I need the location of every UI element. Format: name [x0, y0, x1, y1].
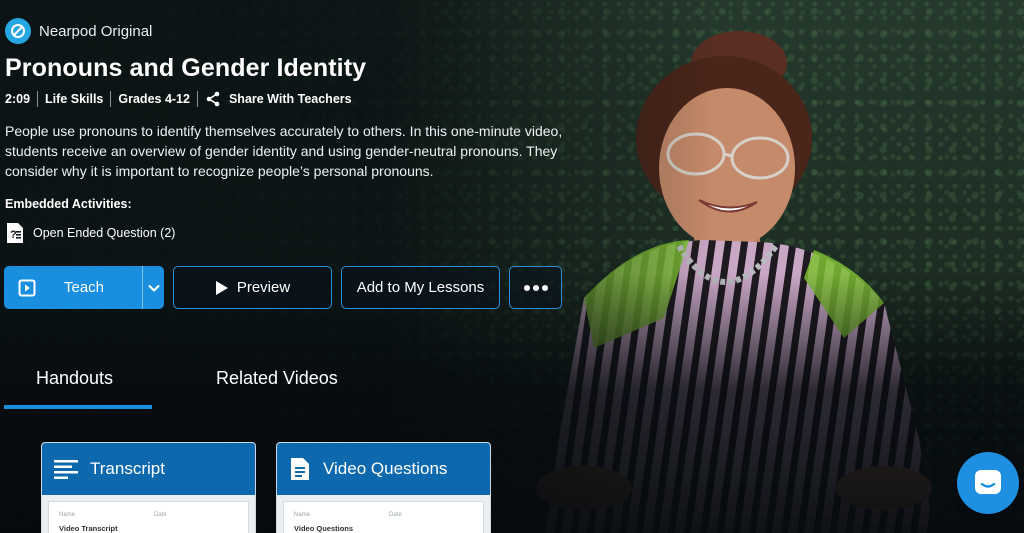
card-header: Transcript [42, 443, 255, 495]
play-icon [215, 280, 228, 295]
brand: Nearpod Original [5, 18, 152, 44]
lesson-panel: Nearpod Original Pronouns and Gender Ide… [0, 0, 640, 533]
document-preview: Name Date Video Transcript [48, 501, 249, 533]
page-title: Pronouns and Gender Identity [5, 54, 367, 82]
activities-heading: Embedded Activities: [5, 197, 132, 211]
more-options-button[interactable] [509, 266, 562, 309]
action-buttons: Teach Preview Add to My Lessons [4, 266, 562, 309]
card-header: Video Questions [277, 443, 490, 495]
activity-label: Open Ended Question (2) [33, 226, 176, 240]
open-ended-question-icon: ? [7, 223, 23, 243]
teach-main[interactable]: Teach [4, 266, 142, 309]
teach-button[interactable]: Teach [4, 266, 164, 309]
document-preview: Name Date Video Questions [283, 501, 484, 533]
transcript-icon [54, 460, 78, 479]
present-icon [18, 279, 36, 296]
share-label: Share With Teachers [228, 92, 352, 106]
card-preview: Name Date Video Questions [277, 495, 490, 533]
add-to-my-lessons-button[interactable]: Add to My Lessons [341, 266, 500, 309]
share-icon [206, 91, 220, 107]
share-with-teachers-link[interactable]: Share With Teachers [205, 91, 352, 107]
tab-bar: Handouts Related Videos [4, 360, 564, 410]
duration: 2:09 [5, 92, 31, 106]
document-icon [291, 458, 309, 480]
teach-label: Teach [64, 279, 105, 296]
card-title: Video Questions [323, 459, 448, 478]
lesson-meta: 2:09 Life Skills Grades 4-12 Share With … [5, 91, 352, 107]
chevron-down-icon [147, 284, 160, 292]
card-preview: Name Date Video Transcript [42, 495, 255, 533]
preview-name-field: Name [294, 512, 311, 518]
lesson-description: People use pronouns to identify themselv… [5, 123, 563, 179]
divider [37, 91, 39, 107]
more-dots-icon [523, 284, 548, 291]
svg-text:?: ? [10, 229, 17, 241]
handout-card-transcript[interactable]: Transcript Name Date Video Transcript [41, 442, 256, 533]
tab-related-videos[interactable]: Related Videos [216, 368, 338, 389]
preview-name-field: Name [59, 512, 76, 518]
subject: Life Skills [45, 92, 104, 106]
divider [196, 91, 198, 107]
preview-label: Preview [236, 279, 291, 296]
card-title: Transcript [90, 459, 165, 478]
add-to-my-lessons-label: Add to My Lessons [356, 279, 485, 296]
activity-item: ? Open Ended Question (2) [5, 222, 175, 244]
grades: Grades 4-12 [118, 92, 190, 106]
preview-title: Video Transcript [59, 524, 118, 533]
divider [110, 91, 112, 107]
preview-button[interactable]: Preview [173, 266, 332, 309]
preview-date-field: Date [389, 512, 402, 518]
teach-dropdown-toggle[interactable] [142, 266, 164, 309]
handout-card-video-questions[interactable]: Video Questions Name Date Video Question… [276, 442, 491, 533]
nearpod-logo-icon [5, 18, 31, 44]
preview-date-field: Date [154, 512, 167, 518]
tab-handouts[interactable]: Handouts [36, 368, 113, 389]
active-tab-indicator [4, 405, 152, 409]
chat-launcher-button[interactable] [957, 452, 1019, 514]
preview-title: Video Questions [294, 524, 354, 533]
chat-icon [975, 470, 1001, 494]
brand-name: Nearpod Original [39, 22, 153, 40]
